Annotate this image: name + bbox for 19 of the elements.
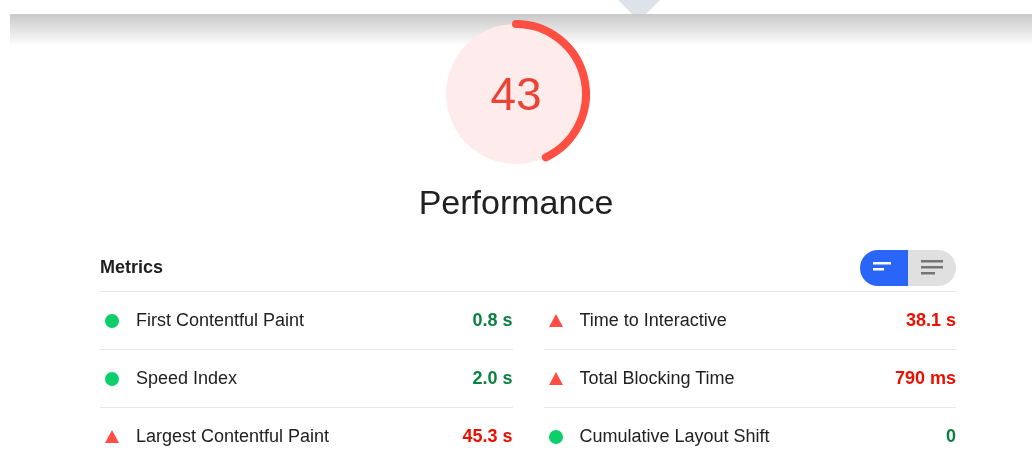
metric-value: 38.1 s <box>905 309 956 332</box>
metric-value: 2.0 s <box>472 367 513 390</box>
score-value: 43 <box>489 67 543 122</box>
metric-label: Speed Index <box>136 367 239 390</box>
metric-label: Time to Interactive <box>579 309 728 332</box>
list-lines-icon <box>921 260 943 275</box>
metric-label: Total Blocking Time <box>579 367 736 390</box>
summary-view-button[interactable] <box>860 249 908 286</box>
metric-value: 790 ms <box>894 367 956 390</box>
metric-value: 0 <box>946 425 956 448</box>
metric-label: Largest Contentful Paint <box>136 425 331 448</box>
metric-value: 0.8 s <box>472 309 513 332</box>
metric-label: Cumulative Layout Shift <box>579 425 771 448</box>
metric-value: 45.3 s <box>462 425 513 448</box>
section-title: Metrics <box>100 256 164 279</box>
metric-label: First Contentful Paint <box>136 309 306 332</box>
detail-view-button[interactable] <box>908 249 956 286</box>
category-title: Performance <box>418 182 614 222</box>
triangle-marker <box>618 0 660 14</box>
